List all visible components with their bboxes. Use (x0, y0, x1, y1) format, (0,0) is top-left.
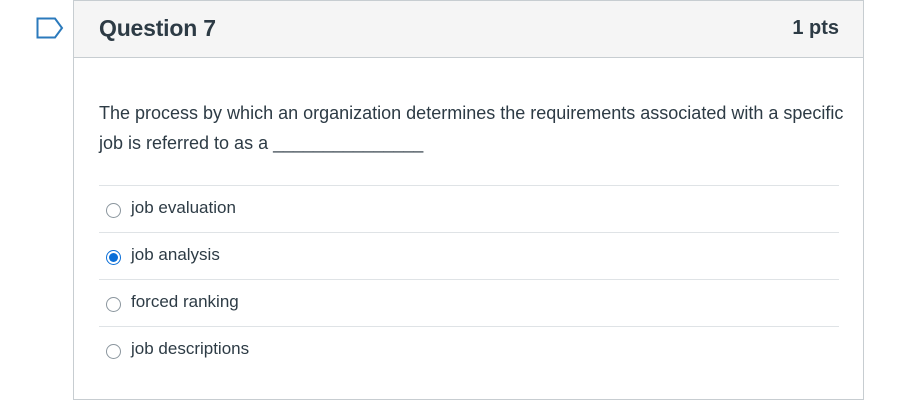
answer-option-job-descriptions[interactable]: job descriptions (99, 326, 839, 373)
radio-button-selected[interactable] (106, 250, 121, 265)
radio-selected-dot (109, 253, 118, 262)
answer-label[interactable]: forced ranking (131, 292, 239, 312)
radio-button[interactable] (106, 344, 121, 359)
radio-button[interactable] (106, 297, 121, 312)
answer-label[interactable]: job descriptions (131, 339, 249, 359)
answer-option-job-analysis[interactable]: job analysis (99, 232, 839, 279)
answer-label[interactable]: job analysis (131, 245, 220, 265)
flag-question-icon[interactable] (36, 17, 64, 39)
question-text: The process by which an organization det… (99, 103, 844, 153)
answer-option-job-evaluation[interactable]: job evaluation (99, 185, 839, 232)
question-header: Question 7 1 pts (74, 1, 863, 58)
answer-option-forced-ranking[interactable]: forced ranking (99, 279, 839, 326)
question-points: 1 pts (792, 17, 839, 39)
question-card: Question 7 1 pts The process by which an… (73, 0, 864, 400)
answer-list: job evaluation job analysis forced ranki… (99, 185, 839, 373)
answer-label[interactable]: job evaluation (131, 198, 236, 218)
radio-button[interactable] (106, 203, 121, 218)
question-title: Question 7 (99, 15, 216, 41)
